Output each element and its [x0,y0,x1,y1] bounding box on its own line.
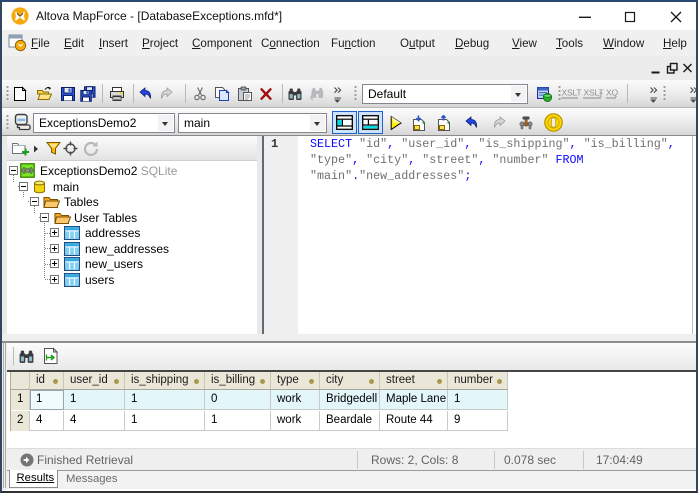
svg-text:XQ: XQ [606,88,618,98]
svg-text:XSLT: XSLT [562,88,582,98]
